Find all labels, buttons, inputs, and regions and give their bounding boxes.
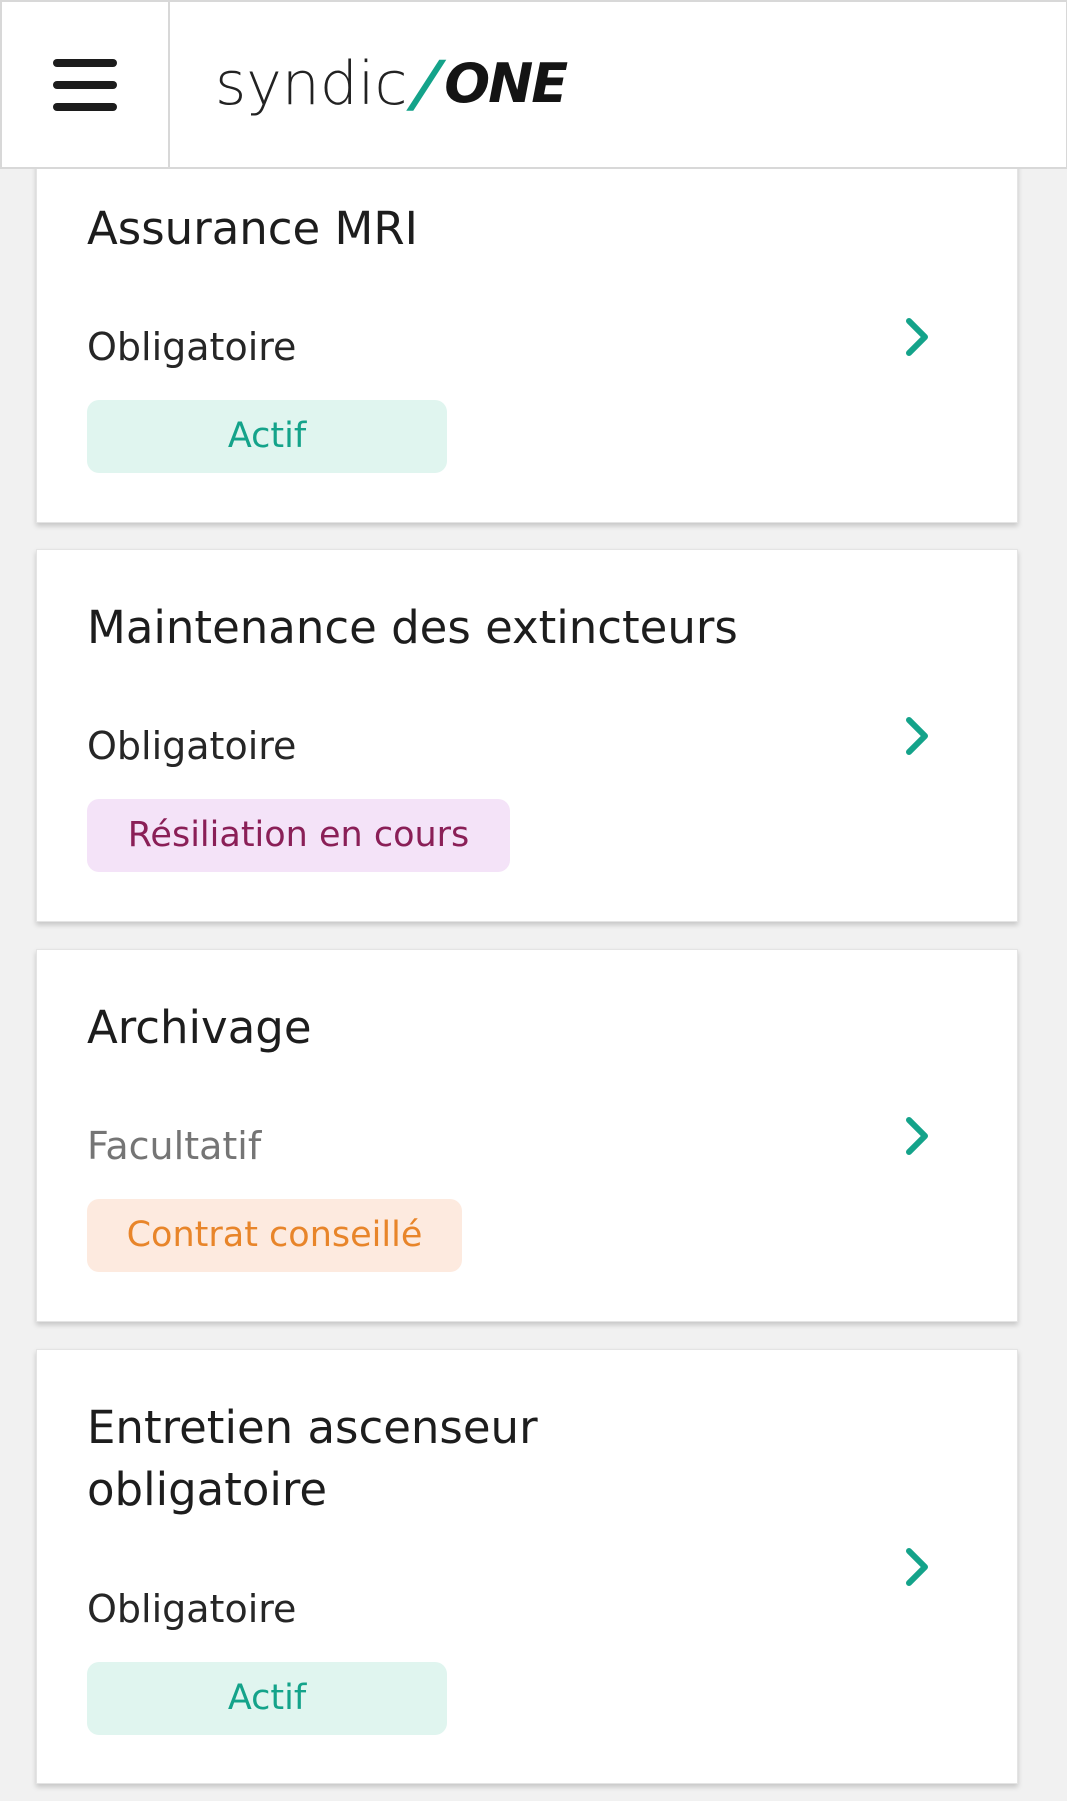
status-badge: Actif: [87, 1662, 447, 1735]
status-badge: Actif: [87, 400, 447, 473]
chevron-right-icon[interactable]: [897, 1116, 937, 1156]
top-bar: syndic / ONE: [0, 0, 1067, 169]
card-requirement: Facultatif: [87, 1124, 262, 1168]
card-title: Archivage: [87, 1001, 312, 1054]
app-logo[interactable]: syndic / ONE: [215, 42, 568, 126]
logo-text-bold: ONE: [444, 52, 568, 115]
status-badge: Contrat conseillé: [87, 1199, 462, 1272]
card-title: Entretien ascenseur obligatoire: [87, 1401, 538, 1516]
chevron-right-icon[interactable]: [897, 317, 937, 357]
status-badge: Résiliation en cours: [87, 799, 510, 872]
contract-card-assurance-mri[interactable]: Assurance MRI Obligatoire Actif: [36, 150, 1018, 523]
contract-card-extincteurs[interactable]: Maintenance des extincteurs Obligatoire …: [36, 549, 1018, 922]
chevron-right-icon[interactable]: [897, 1547, 937, 1587]
card-title: Assurance MRI: [87, 202, 418, 255]
contract-card-archivage[interactable]: Archivage Facultatif Contrat conseillé: [36, 949, 1018, 1322]
logo-text-light: syndic: [215, 49, 408, 119]
contract-card-ascenseur[interactable]: Entretien ascenseur obligatoire Obligato…: [36, 1349, 1018, 1784]
logo-slash: /: [410, 47, 444, 120]
card-requirement: Obligatoire: [87, 1587, 297, 1631]
menu-button[interactable]: [2, 2, 170, 167]
card-requirement: Obligatoire: [87, 325, 297, 369]
hamburger-icon: [53, 58, 117, 111]
card-title: Maintenance des extincteurs: [87, 601, 738, 654]
card-requirement: Obligatoire: [87, 724, 297, 768]
chevron-right-icon[interactable]: [897, 716, 937, 756]
